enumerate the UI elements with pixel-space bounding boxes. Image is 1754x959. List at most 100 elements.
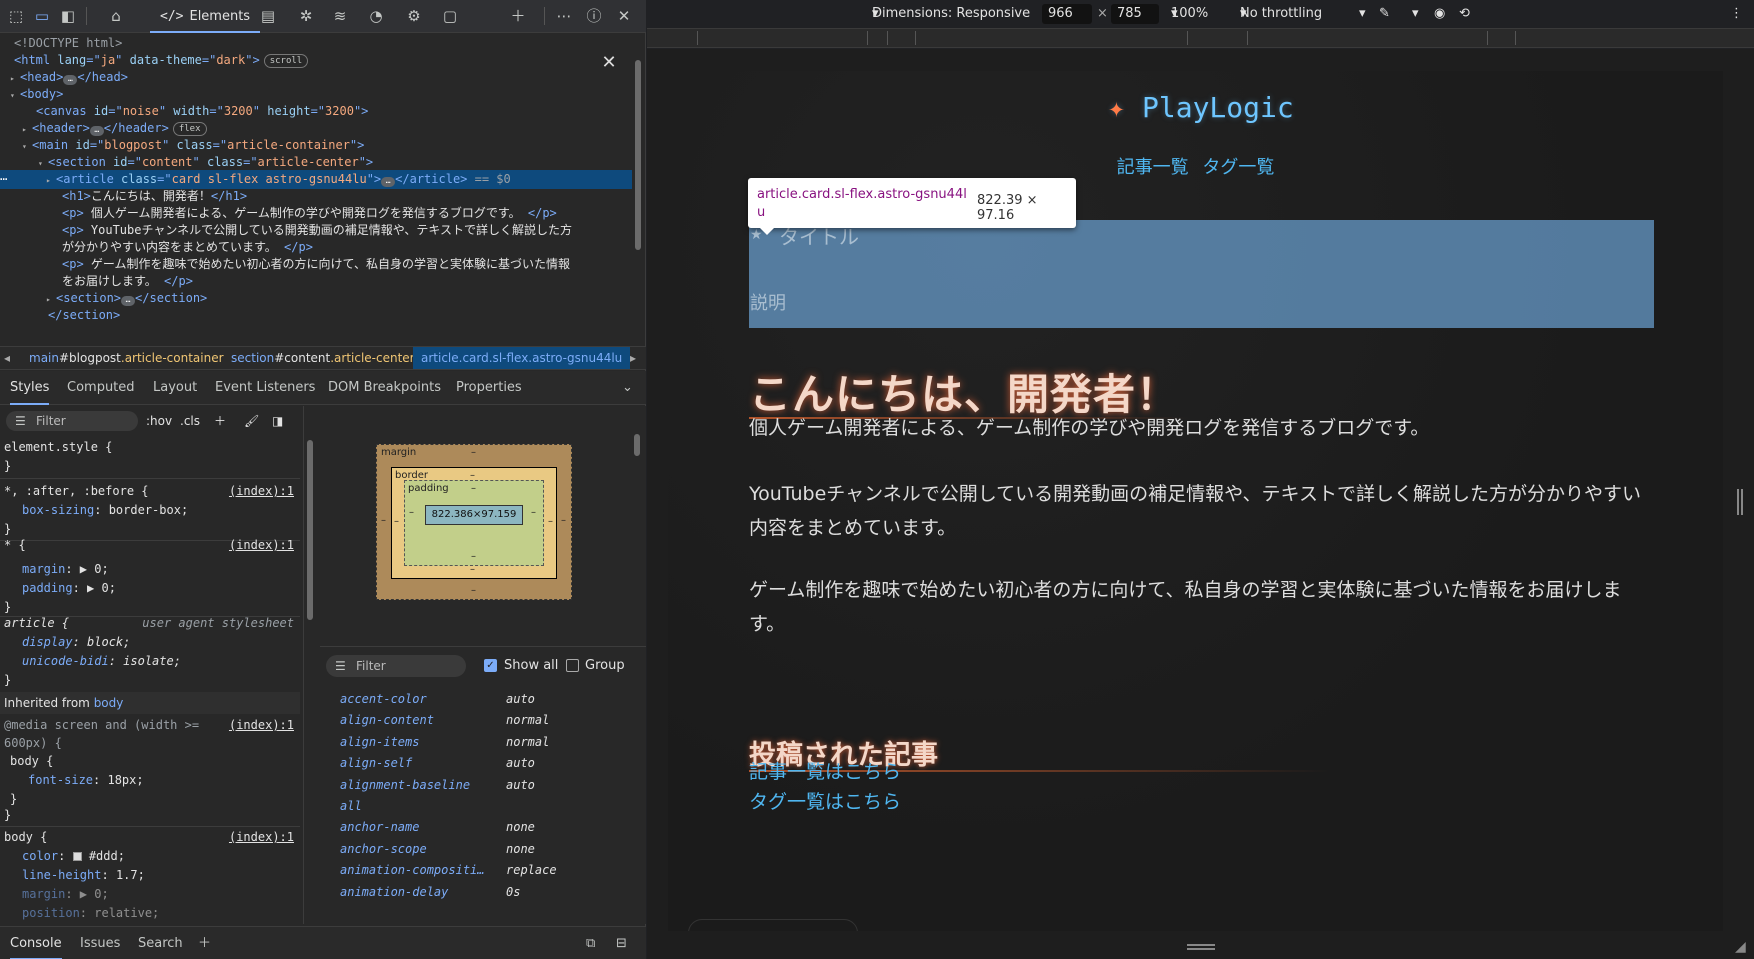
computed-filter-input[interactable]: ☰ Filter — [326, 655, 466, 677]
resize-handle-corner[interactable]: ◢ — [1735, 939, 1746, 955]
show-all-checkbox[interactable]: ✓ — [484, 659, 497, 672]
box-model-margin[interactable]: margin – – – – border – – – – padding – … — [376, 444, 572, 600]
computed-property-row[interactable]: anchor-scope none — [320, 837, 636, 861]
tab-issues[interactable]: Issues — [80, 927, 120, 959]
computed-property-row[interactable]: align-items normal — [320, 730, 636, 754]
width-input[interactable]: 966 — [1042, 4, 1092, 24]
breadcrumb-left-icon[interactable]: ◂ — [4, 347, 10, 369]
paint-brush-icon[interactable]: 🖌 — [244, 411, 259, 431]
network-wifi-icon[interactable]: ≋ — [330, 6, 350, 26]
nav-articles-link[interactable]: 記事一覧 — [1117, 157, 1189, 178]
layout-badge[interactable]: scroll — [263, 54, 309, 68]
tab-computed[interactable]: Computed — [67, 371, 135, 405]
box-model-content[interactable]: 822.386×97.159 — [425, 505, 523, 525]
tab-event-listeners[interactable]: Event Listeners — [215, 371, 315, 405]
tab-dom-breakpoints[interactable]: DOM Breakpoints — [328, 371, 441, 405]
rule-universal[interactable]: * { — [4, 536, 26, 555]
eye-icon[interactable]: ◉ — [1434, 0, 1445, 28]
floating-toolbar[interactable] — [688, 919, 858, 931]
media-query-ruler[interactable] — [647, 28, 1754, 48]
styles-scrollbar[interactable] — [305, 420, 315, 916]
computed-property-row[interactable]: accent-color auto — [320, 687, 636, 711]
rule-source-link[interactable]: (index):1 — [229, 482, 294, 501]
ellipsis-expand[interactable]: … — [89, 126, 104, 136]
box-model-border[interactable]: border – – – – padding – – – – 822.386×9… — [391, 467, 557, 579]
computed-property-row[interactable]: alignment-baseline auto — [320, 773, 636, 797]
dock-side-icon[interactable]: ◧ — [58, 6, 78, 26]
dom-tree[interactable]: <!DOCTYPE html> <html lang="ja" data-them… — [0, 34, 632, 346]
add-drawer-tab-icon[interactable]: ＋ — [198, 927, 211, 959]
toggle-sidebar-icon[interactable]: ◨ — [272, 411, 283, 431]
computed-property-row[interactable]: align-content normal — [320, 708, 636, 732]
dom-node[interactable]: </section> — [0, 306, 632, 325]
inspected-element-highlight[interactable] — [749, 220, 1654, 328]
rotate-icon[interactable]: ⟲ — [1459, 0, 1470, 28]
more-dropdown-icon[interactable]: ▾ — [1359, 0, 1366, 28]
memory-chip-icon[interactable]: ⚙ — [404, 6, 424, 26]
close-icon[interactable]: ✕ — [614, 6, 634, 26]
new-rule-icon[interactable]: ＋ — [214, 411, 226, 431]
tab-styles[interactable]: Styles — [10, 371, 50, 405]
tags-link[interactable]: タグ一覧はこちら — [749, 787, 901, 814]
card-description: 説明 — [750, 293, 786, 314]
ellipsis-expand[interactable]: … — [63, 75, 78, 85]
box-model-padding[interactable]: padding – – – – 822.386×97.159 — [404, 480, 544, 566]
sensors-dropdown-icon[interactable]: ▾ — [1412, 0, 1419, 28]
console-warning-icon[interactable]: ▤ — [258, 6, 278, 26]
breadcrumb-main[interactable]: main#blogpost.article-container — [29, 347, 224, 369]
inspect-element-icon[interactable]: ⬚ — [6, 6, 26, 26]
tab-elements[interactable]: </> Elements — [150, 0, 261, 33]
computed-pane: ☰ Filter ✓ Show all Group accent-color aut… — [320, 646, 646, 924]
tab-console[interactable]: Console — [10, 927, 62, 959]
dom-scrollbar[interactable] — [633, 40, 643, 342]
breadcrumb-right-icon[interactable]: ▸ — [630, 347, 636, 369]
resize-handle-right[interactable] — [1737, 489, 1743, 515]
computed-property-row[interactable]: animation-delay 0s — [320, 880, 636, 904]
more-options-icon[interactable]: ⋯ — [554, 6, 574, 26]
rule-media-query[interactable]: @media screen and (width >= — [4, 716, 199, 735]
color-swatch[interactable] — [72, 852, 82, 861]
tab-search[interactable]: Search — [138, 927, 183, 959]
add-tab-icon[interactable]: ＋ — [508, 6, 528, 26]
bug-icon[interactable]: ✲ — [296, 6, 316, 26]
star-logo-icon: ✦ — [1108, 91, 1125, 124]
styles-subtabs: Styles Computed Layout Event Listeners D… — [0, 371, 646, 405]
styles-filter-input[interactable]: ☰ Filter — [6, 411, 138, 431]
computed-property-row[interactable]: anchor-name none — [320, 815, 636, 839]
layout-badge[interactable]: flex — [172, 122, 207, 136]
site-logo[interactable]: ✦ PlayLogic — [1108, 91, 1294, 124]
cls-toggle[interactable]: .cls — [180, 411, 200, 431]
device-toolbar: Dimensions: Responsive ▾ 966 × 785 100% … — [647, 0, 1754, 28]
group-checkbox[interactable] — [566, 659, 579, 672]
resize-handle-bottom[interactable] — [1187, 944, 1215, 950]
rule-universal-pseudo[interactable]: *, :after, :before { — [4, 482, 149, 501]
device-more-icon[interactable]: ⋮ — [1730, 0, 1743, 28]
computed-property-row[interactable]: align-self auto — [320, 751, 636, 775]
pin-icon[interactable]: ✕ — [598, 52, 620, 74]
articles-link[interactable]: 記事一覧はこちら — [749, 757, 901, 784]
performance-gauge-icon[interactable]: ◔ — [366, 6, 386, 26]
height-input[interactable]: 785 — [1111, 4, 1159, 24]
breadcrumb-section[interactable]: section#content.article-center — [231, 347, 415, 369]
computed-property-row[interactable]: all — [320, 794, 636, 818]
tab-properties[interactable]: Properties — [456, 371, 522, 405]
help-icon[interactable]: ⓘ — [584, 6, 604, 26]
home-icon[interactable]: ⌂ — [106, 6, 126, 26]
rule-article[interactable]: article { — [4, 614, 69, 633]
rule-element-style[interactable]: element.style { — [4, 438, 112, 457]
nav-tags-link[interactable]: タグ一覧 — [1202, 157, 1274, 178]
chevron-down-icon[interactable]: ⌄ — [622, 371, 633, 405]
application-window-icon[interactable]: ▢ — [440, 6, 460, 26]
tab-layout[interactable]: Layout — [153, 371, 197, 405]
device-toolbar-icon[interactable]: ▭ — [32, 6, 52, 26]
drawer-dock-icon[interactable]: ⧉ — [586, 927, 595, 959]
rule-body[interactable]: body { — [4, 828, 47, 847]
drawer-close-icon[interactable]: ⊟ — [616, 927, 627, 959]
ellipsis-expand[interactable]: … — [121, 296, 136, 306]
computed-scrollbar[interactable] — [632, 420, 642, 916]
breadcrumb-article[interactable]: article.card.sl-flex.astro-gsnu44lu — [413, 347, 631, 369]
hov-toggle[interactable]: :hov — [146, 411, 172, 431]
computed-property-row[interactable]: animation-compositi… replace — [320, 858, 636, 882]
eyedropper-icon[interactable]: ✎ — [1379, 0, 1390, 28]
ellipsis-expand[interactable]: … — [381, 177, 396, 187]
